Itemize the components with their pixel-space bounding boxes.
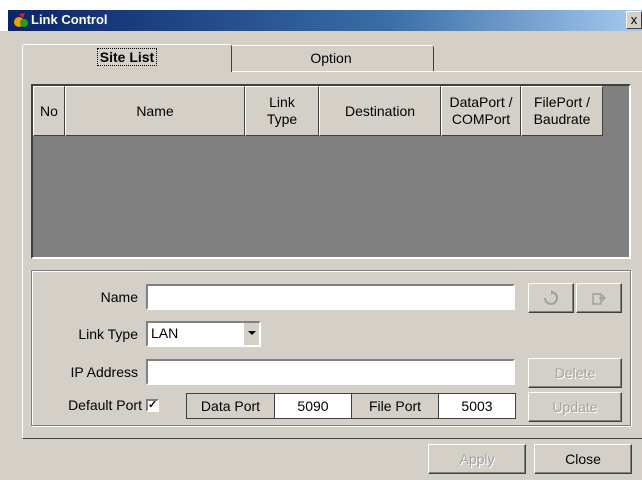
default-port-checkbox[interactable]: ✓ (146, 399, 159, 412)
column-header-fileport-baudrate[interactable]: FilePort / Baudrate (521, 86, 603, 136)
apply-button[interactable]: Apply (428, 444, 526, 474)
column-header-no[interactable]: No (33, 86, 65, 136)
refresh-icon (544, 290, 558, 305)
delete-button[interactable]: Delete (528, 358, 622, 388)
app-icon (14, 13, 28, 27)
default-port-label: Default Port (68, 397, 142, 413)
link-type-label: Link Type (78, 326, 138, 342)
data-port-input[interactable]: 5090 (275, 394, 351, 418)
file-port-label: File Port (351, 394, 439, 418)
ip-address-input[interactable] (146, 359, 515, 385)
update-button[interactable]: Update (528, 392, 622, 422)
site-list-panel: No Name Link Type Destination DataPort /… (22, 71, 642, 439)
ip-address-label: IP Address (70, 364, 138, 380)
tab-site-list[interactable]: Site List (22, 44, 232, 72)
tab-option[interactable]: Option (228, 45, 434, 71)
chevron-down-icon[interactable] (243, 323, 259, 345)
column-header-dataport-comport[interactable]: DataPort / COMPort (441, 86, 521, 136)
export-icon (592, 293, 607, 305)
title-bar: Link Control x (0, 0, 642, 31)
name-input[interactable] (146, 284, 515, 310)
column-header-destination[interactable]: Destination (319, 86, 441, 136)
link-type-select[interactable]: LAN (146, 321, 261, 347)
site-list-table[interactable]: No Name Link Type Destination DataPort /… (31, 84, 631, 259)
column-header-link-type[interactable]: Link Type (245, 86, 319, 136)
tab-option-label: Option (310, 50, 352, 66)
window-title: Link Control (31, 12, 108, 27)
file-port-input[interactable]: 5003 (439, 394, 515, 418)
tab-site-list-label: Site List (96, 48, 158, 66)
link-type-value: LAN (151, 325, 179, 341)
name-label: Name (100, 289, 138, 305)
dialog-body: Site List Option No Name Link Type Desti… (8, 31, 642, 480)
site-edit-form: Name Link Type LAN IP Address Default Po… (31, 270, 631, 426)
column-header-name[interactable]: Name (65, 86, 245, 136)
refresh-button[interactable] (528, 283, 574, 313)
close-window-button[interactable]: x (626, 11, 642, 29)
close-button[interactable]: Close (534, 444, 632, 474)
data-port-label: Data Port (187, 394, 275, 418)
port-settings-box: Data Port 5090 File Port 5003 (186, 393, 516, 419)
export-button[interactable] (576, 283, 622, 313)
